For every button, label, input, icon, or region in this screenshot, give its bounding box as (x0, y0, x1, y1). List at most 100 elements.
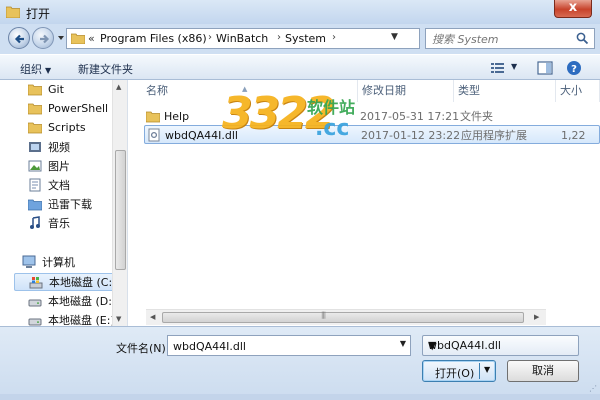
nav-item-label: 迅雷下载 (48, 198, 92, 211)
window-bottom-border (0, 394, 600, 400)
breadcrumb-separator-icon[interactable]: › (332, 32, 336, 43)
breadcrumb-item[interactable]: System (285, 32, 326, 45)
file-name: Help (164, 110, 190, 123)
document-library-icon (29, 178, 41, 192)
nav-item-music[interactable]: 音乐 (28, 215, 70, 233)
computer-icon (22, 255, 36, 268)
forward-button[interactable] (32, 27, 54, 49)
breadcrumb-item[interactable]: Program Files (x86) (100, 32, 207, 45)
command-bar: 组织 ▼ 新建文件夹 ▼ ? (0, 54, 600, 80)
organize-menu[interactable]: 组织 ▼ (20, 61, 51, 77)
nav-item-powershell[interactable]: PowerShell Sc (28, 101, 125, 119)
folder-icon (28, 103, 42, 115)
dialog-footer: 文件名(N): ▼ wbdQA44I.dll ▼ 打开(O) ▼ 取消 ⋰ (0, 326, 600, 400)
folder-icon (146, 111, 160, 123)
organize-label: 组织 (20, 63, 42, 76)
address-box[interactable]: « Program Files (x86) › WinBatch › Syste… (66, 28, 420, 49)
scrollbar-thumb[interactable] (115, 150, 126, 270)
breadcrumb-item[interactable]: WinBatch (216, 32, 268, 45)
nav-item-documents[interactable]: 文档 (28, 177, 70, 195)
nav-item-computer[interactable]: 计算机 (22, 254, 75, 272)
nav-item-label: Git (48, 83, 64, 96)
nav-item-scripts[interactable]: Scripts (28, 120, 86, 138)
help-icon[interactable]: ? (566, 59, 582, 77)
close-button[interactable]: x (554, 0, 592, 18)
column-header-size[interactable]: 大小 (556, 80, 600, 102)
split-divider (479, 363, 480, 379)
back-arrow-icon (14, 34, 24, 44)
nav-item-label: 本地磁盘 (E:) (48, 314, 115, 326)
nav-item-label: Scripts (48, 121, 86, 134)
watermark-logo-site: 软件站 (307, 98, 356, 117)
drive-icon (28, 299, 42, 307)
file-row-selected[interactable]: wbdQA44I.dll 2017-01-12 23:22 应用程序扩展 1,2… (144, 125, 600, 144)
column-header-type[interactable]: 类型 (454, 80, 556, 102)
picture-library-icon (28, 160, 42, 172)
folder-icon (28, 84, 42, 96)
chevron-down-icon[interactable]: ▼ (428, 339, 573, 352)
recent-locations-chevron-icon[interactable] (57, 34, 65, 42)
filename-input[interactable] (173, 337, 393, 355)
horizontal-scrollbar[interactable]: ◀ ||| ▶ (146, 309, 546, 325)
drive-icon (28, 318, 42, 326)
search-box[interactable] (425, 28, 595, 49)
open-options-chevron-icon[interactable]: ▼ (484, 365, 490, 374)
view-options-chevron-icon[interactable]: ▼ (511, 62, 517, 71)
file-modified: 2017-05-31 17:21 (360, 110, 460, 123)
breadcrumb-overflow[interactable]: « (88, 32, 95, 45)
nav-item-label: 计算机 (42, 256, 75, 269)
nav-item-drive-c[interactable]: 本地磁盘 (C:) (14, 273, 126, 291)
breadcrumb-separator-icon[interactable]: › (208, 32, 212, 43)
navigation-pane: Git PowerShell Sc Scripts 视频 图片 文档 迅雷下载 … (0, 80, 128, 326)
address-dropdown-icon[interactable]: ▼ (391, 32, 398, 42)
nav-item-label: 音乐 (48, 217, 70, 230)
file-type-filter[interactable]: wbdQA44I.dll ▼ (422, 335, 579, 356)
file-list: 名称 ▲ 修改日期 类型 大小 Help 2017-05-31 17:21 文件… (142, 80, 600, 326)
file-size: 1,22 (561, 129, 586, 142)
folder-icon (28, 122, 42, 134)
watermark-logo-suffix: .cc (315, 116, 350, 141)
column-header-label: 名称 (146, 84, 168, 97)
cancel-button[interactable]: 取消 (507, 360, 579, 382)
folder-icon (71, 33, 85, 44)
search-icon[interactable] (576, 32, 589, 45)
filename-label: 文件名(N): (116, 342, 170, 355)
folder-icon (6, 6, 20, 18)
nav-item-label: 视频 (48, 141, 70, 154)
file-type: 文件夹 (460, 110, 493, 123)
window-title: 打开 (26, 7, 51, 21)
nav-item-thunder-downloads[interactable]: 迅雷下载 (28, 196, 92, 214)
scrollbar-grip-icon: ||| (321, 311, 326, 319)
nav-item-label: 本地磁盘 (D:) (48, 295, 117, 308)
scroll-right-icon[interactable]: ▶ (534, 313, 539, 321)
new-folder-button[interactable]: 新建文件夹 (78, 61, 133, 77)
scrollbar-thumb[interactable] (162, 312, 524, 323)
navigation-scrollbar[interactable]: ▲ ▼ (112, 80, 127, 326)
chevron-down-icon[interactable]: ▼ (400, 339, 406, 348)
svg-text:?: ? (571, 64, 577, 75)
download-folder-icon (28, 199, 42, 211)
nav-item-git[interactable]: Git (28, 82, 64, 100)
music-library-icon (30, 216, 40, 229)
file-row[interactable]: Help 2017-05-31 17:21 文件夹 (144, 107, 600, 126)
view-options-icon[interactable] (490, 59, 506, 77)
breadcrumb-separator-icon[interactable]: › (277, 32, 281, 43)
open-button[interactable]: 打开(O) ▼ (422, 360, 496, 382)
nav-item-pictures[interactable]: 图片 (28, 158, 70, 176)
nav-item-label: 文档 (48, 179, 70, 192)
back-button[interactable] (8, 27, 30, 49)
column-header-modified[interactable]: 修改日期 (358, 80, 454, 102)
scroll-left-icon[interactable]: ◀ (150, 313, 155, 321)
scroll-down-icon[interactable]: ▼ (116, 315, 121, 323)
scroll-up-icon[interactable]: ▲ (116, 83, 121, 91)
nav-item-videos[interactable]: 视频 (28, 139, 70, 157)
resize-grip-icon[interactable]: ⋰ (589, 384, 597, 393)
video-library-icon (29, 142, 41, 152)
chevron-down-icon: ▼ (45, 66, 52, 75)
filename-combobox[interactable]: ▼ (167, 335, 411, 356)
dll-file-icon (148, 128, 160, 142)
nav-item-drive-e[interactable]: 本地磁盘 (E:) (28, 312, 115, 326)
nav-item-drive-d[interactable]: 本地磁盘 (D:) (28, 293, 116, 311)
preview-pane-icon[interactable] (537, 59, 553, 77)
search-input[interactable] (432, 30, 572, 48)
